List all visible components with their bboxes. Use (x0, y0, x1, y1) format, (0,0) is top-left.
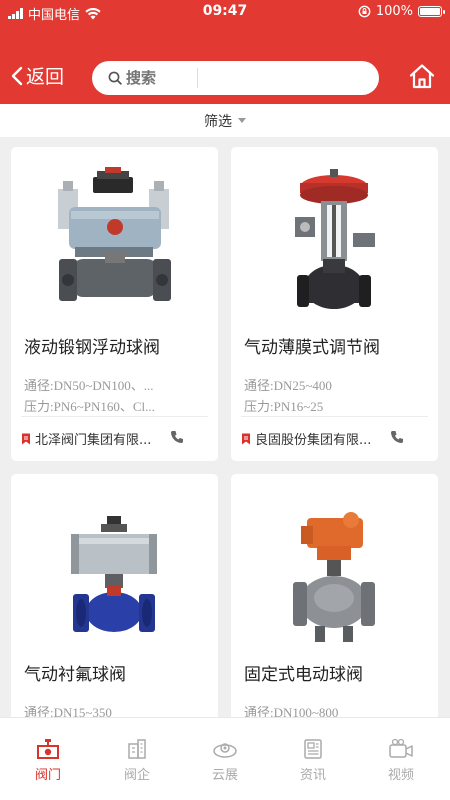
battery-percent: 100% (375, 4, 413, 19)
product-title: 液动锻钢浮动球阀 (24, 338, 160, 358)
product-card[interactable]: 气动薄膜式调节阀 通径:DN25~400 压力:PN16~25 良固股份集团有限… (231, 147, 438, 461)
product-spec-diameter: 通径:DN25~400 (244, 378, 332, 393)
tab-label: 资讯 (299, 768, 326, 783)
company-name: 良固股份集团有限... (255, 433, 372, 448)
back-button[interactable]: 返回 (10, 62, 64, 89)
product-image-diaphragm-control-valve (295, 169, 375, 309)
tab-cloud-expo[interactable]: 云展 (195, 738, 255, 783)
search-icon (108, 71, 122, 85)
tab-label: 阀企 (123, 768, 150, 783)
bookmark-icon (242, 433, 250, 444)
status-bar: 中国电信 09:47 100% (0, 0, 450, 24)
back-label: 返回 (26, 66, 65, 88)
card-divider (241, 416, 428, 417)
tab-label: 视频 (387, 768, 414, 783)
tab-companies[interactable]: 阀企 (107, 738, 167, 783)
card-divider (21, 416, 208, 417)
filter-dropdown[interactable]: 筛选 (0, 104, 450, 137)
nav-bar: 返回 (0, 52, 450, 102)
product-image-electric-ball-valve (293, 512, 375, 642)
tab-news[interactable]: 资讯 (283, 738, 343, 783)
tab-label: 云展 (211, 768, 238, 783)
search-divider (197, 68, 198, 88)
product-card[interactable]: 气动衬氟球阀 通径:DN15~350 (11, 474, 218, 717)
bottom-tab-bar: 阀门 阀企 云展 资讯 视频 (0, 717, 450, 800)
header: 中国电信 09:47 100% 返回 (0, 0, 450, 104)
home-icon[interactable] (408, 62, 436, 90)
phone-icon[interactable] (170, 430, 184, 444)
product-grid: 液动锻钢浮动球阀 通径:DN50~DN100、... 压力:PN6~PN160、… (0, 137, 450, 717)
product-spec-diameter: 通径:DN50~DN100、... (24, 378, 154, 393)
product-card[interactable]: 液动锻钢浮动球阀 通径:DN50~DN100、... 压力:PN6~PN160、… (11, 147, 218, 461)
product-title: 气动薄膜式调节阀 (244, 338, 380, 358)
orientation-lock-icon (358, 5, 371, 18)
product-spec-pressure: 压力:PN6~PN160、Cl... (24, 399, 155, 414)
product-card[interactable]: 固定式电动球阀 通径:DN100~800 (231, 474, 438, 717)
newspaper-icon (304, 739, 322, 759)
building-icon (128, 739, 146, 759)
video-icon (389, 738, 413, 758)
chevron-left-icon (11, 66, 23, 85)
bookmark-icon (22, 433, 30, 444)
product-image-fluorine-lined-ball-valve (71, 516, 157, 632)
company-link[interactable]: 良固股份集团有限... (241, 429, 382, 448)
product-spec-diameter: 通径:DN15~350 (24, 705, 112, 717)
company-name: 北泽阀门集团有限... (35, 433, 152, 448)
tab-valves[interactable]: 阀门 (18, 738, 78, 783)
caret-down-icon (238, 118, 246, 123)
status-right: 100% (358, 4, 445, 19)
product-image-hydraulic-ball-valve (58, 167, 171, 301)
filter-label: 筛选 (204, 113, 232, 130)
battery-icon (418, 6, 445, 17)
product-spec-diameter: 通径:DN100~800 (244, 705, 339, 717)
product-title: 固定式电动球阀 (244, 665, 363, 685)
search-box[interactable] (92, 61, 379, 95)
cloud-expo-icon (213, 743, 237, 758)
product-spec-pressure: 压力:PN16~25 (244, 399, 324, 414)
valve-icon (37, 739, 59, 759)
search-input[interactable] (126, 69, 196, 87)
tab-label: 阀门 (34, 768, 61, 783)
tab-videos[interactable]: 视频 (371, 738, 431, 783)
phone-icon[interactable] (390, 430, 404, 444)
company-link[interactable]: 北泽阀门集团有限... (21, 429, 162, 448)
product-title: 气动衬氟球阀 (24, 665, 126, 685)
